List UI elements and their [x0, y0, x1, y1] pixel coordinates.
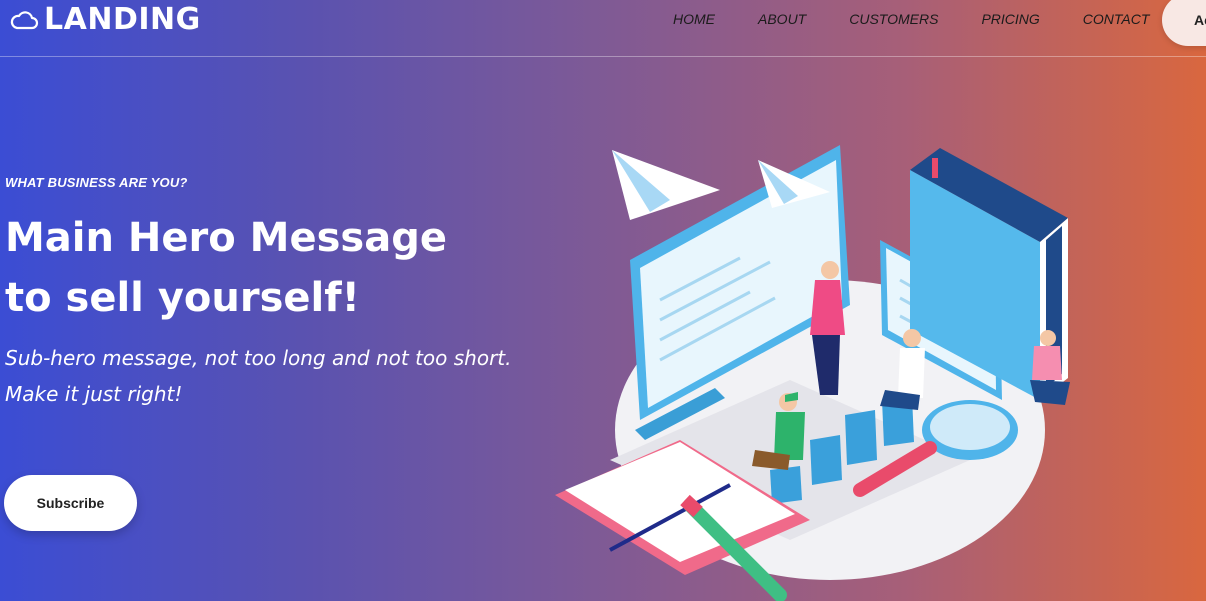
paper-plane-1	[612, 150, 720, 220]
cloud-icon	[8, 4, 40, 36]
navbar: LANDING HOME ABOUT CUSTOMERS PRICING CON…	[0, 0, 1206, 57]
nav-pricing[interactable]: PRICING	[981, 11, 1039, 27]
brand-name: LANDING	[44, 2, 201, 37]
hero-illustration	[540, 130, 1100, 601]
isometric-workspace-illustration	[555, 145, 1070, 601]
landing-page: LANDING HOME ABOUT CUSTOMERS PRICING CON…	[0, 0, 1206, 601]
brand-logo[interactable]: LANDING	[8, 2, 201, 37]
hero-section: WHAT BUSINESS ARE YOU? Main Hero Message…	[5, 175, 565, 412]
nav-customers[interactable]: CUSTOMERS	[849, 11, 938, 27]
nav-contact[interactable]: CONTACT	[1083, 11, 1150, 27]
nav-action-button[interactable]: Ac	[1162, 0, 1206, 46]
nav-home[interactable]: HOME	[673, 11, 715, 27]
subscribe-button[interactable]: Subscribe	[4, 475, 137, 531]
nav-about[interactable]: ABOUT	[758, 11, 806, 27]
hero-subheadline: Sub-hero message, not too long and not t…	[5, 346, 512, 406]
hero-eyebrow: WHAT BUSINESS ARE YOU?	[5, 175, 188, 190]
hero-headline: Main Hero Message to sell yourself!	[5, 215, 447, 321]
main-nav: HOME ABOUT CUSTOMERS PRICING CONTACT	[673, 11, 1192, 27]
